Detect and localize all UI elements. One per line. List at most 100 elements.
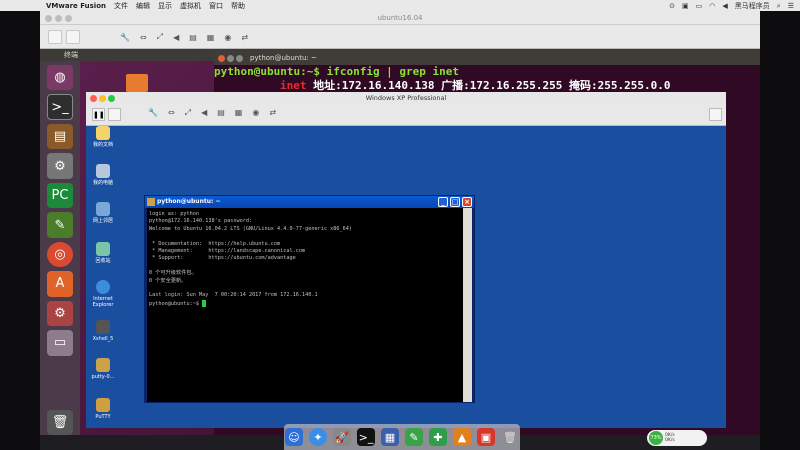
recycle-bin-icon — [96, 242, 110, 256]
minimize-button[interactable]: _ — [438, 197, 448, 207]
minimize-button[interactable] — [227, 54, 234, 62]
files-icon[interactable]: ▤ — [47, 123, 73, 150]
finder-icon[interactable]: ☺ — [285, 428, 303, 446]
close-button[interactable] — [90, 94, 97, 102]
photo-icon[interactable]: ▦ — [381, 428, 399, 446]
terminal-inet-line: inet 地址:172.16.140.138 广播:172.16.255.255… — [280, 79, 671, 92]
putty-titlebar: python@ubuntu: ~ _ □ × — [145, 196, 474, 208]
xp-icon-my-documents[interactable]: 我的文档 — [86, 126, 123, 148]
putty-title: python@ubuntu: ~ — [157, 198, 221, 205]
resize-icon[interactable]: ⇔ — [140, 33, 147, 42]
wrench-icon[interactable]: 🔧 — [148, 108, 158, 118]
volume-icon[interactable]: ◀ — [722, 2, 727, 10]
pycharm-icon[interactable]: PC — [47, 182, 73, 209]
settings-icon[interactable]: ⚙ — [47, 153, 73, 179]
network-icon[interactable]: ⇄ — [269, 108, 276, 118]
putty-console[interactable]: login as: python python@172.16.140.138's … — [147, 208, 472, 402]
text-editor-icon[interactable]: ✎ — [405, 428, 423, 446]
status-icon[interactable]: ⊙ — [669, 2, 675, 10]
trash-icon[interactable]: 🗑 — [47, 409, 73, 436]
editor-icon[interactable]: ✎ — [47, 212, 73, 238]
menu-window[interactable]: 窗口 — [209, 1, 223, 11]
menu-help[interactable]: 帮助 — [231, 1, 245, 11]
safari-icon[interactable]: ✦ — [309, 428, 327, 446]
console-line: * Support: https://ubuntu.com/advantage — [149, 255, 296, 262]
network-speed-widget[interactable]: 73% 0K/s 0K/s — [647, 430, 707, 446]
zoom-button[interactable] — [108, 94, 115, 102]
console-line: Last login: Sun May 7 00:20:14 2017 from… — [149, 292, 318, 299]
close-button[interactable] — [45, 14, 52, 22]
search-icon[interactable]: ⌕ — [777, 2, 781, 11]
menu-app[interactable]: VMware Fusion — [46, 2, 106, 10]
xp-icon-xshell[interactable]: Xshell_5 — [86, 320, 123, 342]
snapshot-icon[interactable] — [66, 30, 80, 44]
launchpad-icon[interactable]: 🚀 — [333, 428, 351, 446]
network-places-icon — [96, 202, 110, 216]
resize-icon[interactable]: ⇔ — [168, 108, 175, 118]
disk-icon[interactable]: ▦ — [235, 108, 243, 118]
volume-icon[interactable]: ◀ — [173, 33, 179, 42]
close-button[interactable] — [218, 54, 225, 62]
lock-icon[interactable]: ▤ — [217, 108, 225, 118]
wrench-icon[interactable]: 🔧 — [120, 33, 130, 42]
xp-icon-my-computer[interactable]: 我的电脑 — [86, 164, 123, 186]
mac-status-area: ⊙ ▣ ▭ ◠ ◀ 黑马程序员 ⌕ ☰ — [669, 1, 794, 11]
screen-right-border — [760, 11, 800, 450]
terminal-output[interactable]: python@ubuntu:~$ ifconfig | grep inet in… — [214, 65, 760, 93]
xp-icon-network[interactable]: 网上邻居 — [86, 202, 123, 224]
menu-file[interactable]: 文件 — [114, 1, 128, 11]
documents-icon — [96, 126, 110, 140]
volume-icon[interactable]: ◀ — [201, 108, 207, 118]
xp-icon-putty[interactable]: PuTTY — [86, 398, 123, 420]
putty-window: python@ubuntu: ~ _ □ × login as: python p… — [144, 195, 475, 403]
lock-icon[interactable]: ▤ — [189, 33, 197, 42]
dash-icon[interactable]: ◍ — [47, 65, 73, 91]
camera-icon[interactable]: ◉ — [252, 108, 259, 118]
console-line: login as: python — [149, 211, 199, 217]
snapshot-icon[interactable] — [108, 108, 121, 121]
xp-icon-recycle-bin[interactable]: 回收站 — [86, 242, 123, 264]
maximize-button[interactable]: □ — [450, 197, 460, 207]
terminal-icon[interactable]: >_ — [357, 428, 375, 446]
camera-icon[interactable]: ◉ — [224, 33, 231, 42]
menu-view[interactable]: 显示 — [158, 1, 172, 11]
settings-icon[interactable] — [709, 108, 722, 121]
fusion-window-title: ubuntu16.04 — [377, 14, 423, 22]
menu-vm[interactable]: 虚拟机 — [180, 1, 201, 11]
console-prompt: python@ubuntu:~$ — [149, 300, 203, 307]
notification-icon[interactable]: ☰ — [788, 2, 794, 10]
menu-edit[interactable]: 编辑 — [136, 1, 150, 11]
chrome-icon[interactable]: ◎ — [47, 241, 73, 268]
xp-icon-internet-explorer[interactable]: Internet Explorer — [86, 280, 123, 308]
minimize-button[interactable] — [99, 94, 106, 102]
mac-dock: ☺ ✦ 🚀 >_ ▦ ✎ ✚ ▲ ▣ 🗑 — [284, 424, 520, 450]
wifi-icon[interactable]: ◠ — [709, 2, 715, 10]
pause-icon[interactable]: ❚❚ — [92, 108, 105, 121]
minimize-button[interactable] — [55, 14, 62, 22]
system-settings-icon[interactable]: ⚙ — [47, 300, 73, 327]
fullscreen-icon[interactable]: ⤢ — [185, 108, 191, 118]
app-icon[interactable]: ✚ — [429, 428, 447, 446]
maximize-button[interactable] — [236, 54, 243, 62]
pause-icon[interactable] — [48, 30, 62, 44]
close-button[interactable]: × — [462, 197, 472, 207]
network-icon[interactable]: ⇄ — [241, 33, 248, 42]
menubar-user[interactable]: 黑马程序员 — [735, 1, 770, 11]
putty-scrollbar[interactable] — [463, 208, 472, 402]
disk-icon[interactable]: ▦ — [207, 33, 215, 42]
zoom-button[interactable] — [65, 14, 72, 22]
fusion-titlebar: ubuntu16.04 — [40, 11, 760, 25]
app-icon[interactable]: ▭ — [47, 330, 73, 356]
fusion-toolbar: 🔧 ⇔ ⤢ ◀ ▤ ▦ ◉ ⇄ — [40, 25, 760, 49]
xp-toolbar-group: 🔧 ⇔ ⤢ ◀ ▤ ▦ ◉ ⇄ — [148, 108, 276, 118]
vmware-icon[interactable]: ▣ — [682, 2, 689, 10]
vmware-icon[interactable]: ▣ — [477, 428, 495, 446]
software-center-icon[interactable]: A — [47, 271, 73, 297]
trash-icon[interactable]: 🗑 — [501, 428, 519, 446]
xp-icon-putty-installer[interactable]: putty-0... — [86, 358, 123, 380]
fullscreen-icon[interactable]: ⤢ — [157, 32, 163, 42]
terminal-icon[interactable]: >_ — [47, 94, 73, 120]
display-icon[interactable]: ▭ — [696, 2, 703, 10]
vlc-icon[interactable]: ▲ — [453, 428, 471, 446]
